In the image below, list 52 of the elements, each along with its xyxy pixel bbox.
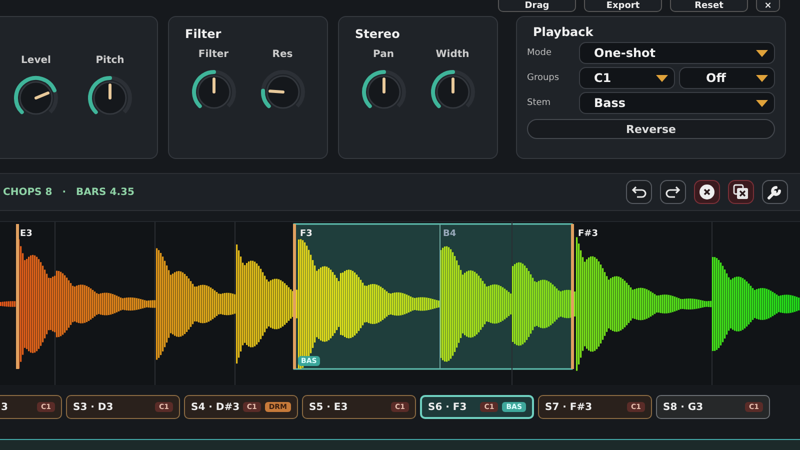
caret-icon (656, 74, 668, 82)
chop-count: CHOPS 8 (3, 186, 52, 198)
close-circle-icon (699, 184, 715, 200)
delete-button[interactable] (728, 180, 754, 204)
knob-label: Filter (198, 49, 229, 60)
header-button[interactable]: Reset (670, 0, 748, 12)
undo-button[interactable] (626, 180, 652, 204)
panel-title: Playback (533, 25, 594, 39)
bar-count: BARS 4.35 (76, 186, 134, 198)
mode-dropdown[interactable]: One-shot (579, 42, 775, 64)
reverse-button[interactable]: Reverse (527, 119, 775, 139)
chop-marker[interactable] (293, 224, 296, 369)
stem-dropdown[interactable]: Bass (579, 92, 775, 114)
group-dropdown[interactable]: Off (679, 67, 775, 89)
knob-label: Pitch (96, 55, 124, 66)
chop-marker[interactable] (16, 224, 19, 369)
field-label: Mode (527, 48, 553, 58)
caret-icon (756, 50, 768, 56)
chop-label: S6 · F3 (428, 402, 467, 412)
panel-title: Stereo (355, 27, 401, 41)
header-button[interactable]: Drag (498, 0, 576, 12)
marker-label: B4 (443, 229, 456, 239)
wrench-icon (767, 184, 783, 200)
header-button[interactable]: Export (584, 0, 662, 12)
field-label: Stem (527, 98, 552, 108)
clear-button[interactable] (694, 180, 720, 204)
field-label: Groups (527, 73, 560, 83)
redo-icon (665, 185, 681, 199)
chop-label: S8 · G3 (663, 402, 704, 412)
chop-label: S4 · D#3 (191, 402, 240, 412)
undo-icon (631, 185, 647, 199)
copies-delete-icon (733, 184, 749, 200)
knob-label: Level (21, 55, 51, 66)
redo-button[interactable] (660, 180, 686, 204)
caret-icon (756, 74, 768, 82)
marker-label: F#3 (578, 229, 598, 239)
knob-label: Pan (373, 49, 394, 60)
marker-label: E3 (20, 229, 32, 239)
chop-label: S3 · D3 (73, 402, 114, 412)
marker-label: F3 (300, 229, 312, 239)
panel-title: Filter (185, 27, 222, 41)
chop-marker[interactable] (571, 224, 574, 369)
knob-label: Res (272, 49, 293, 60)
separator-dot: · (62, 186, 66, 198)
chop-label: 3 (1, 402, 8, 412)
caret-icon (756, 100, 768, 106)
chop-label: S7 · F#3 (545, 402, 592, 412)
knob-label: Width (436, 49, 470, 60)
close-button[interactable]: × (756, 0, 780, 12)
chop-label: S5 · E3 (309, 402, 348, 412)
group-dropdown[interactable]: C1 (579, 67, 675, 89)
settings-button[interactable] (762, 180, 788, 204)
